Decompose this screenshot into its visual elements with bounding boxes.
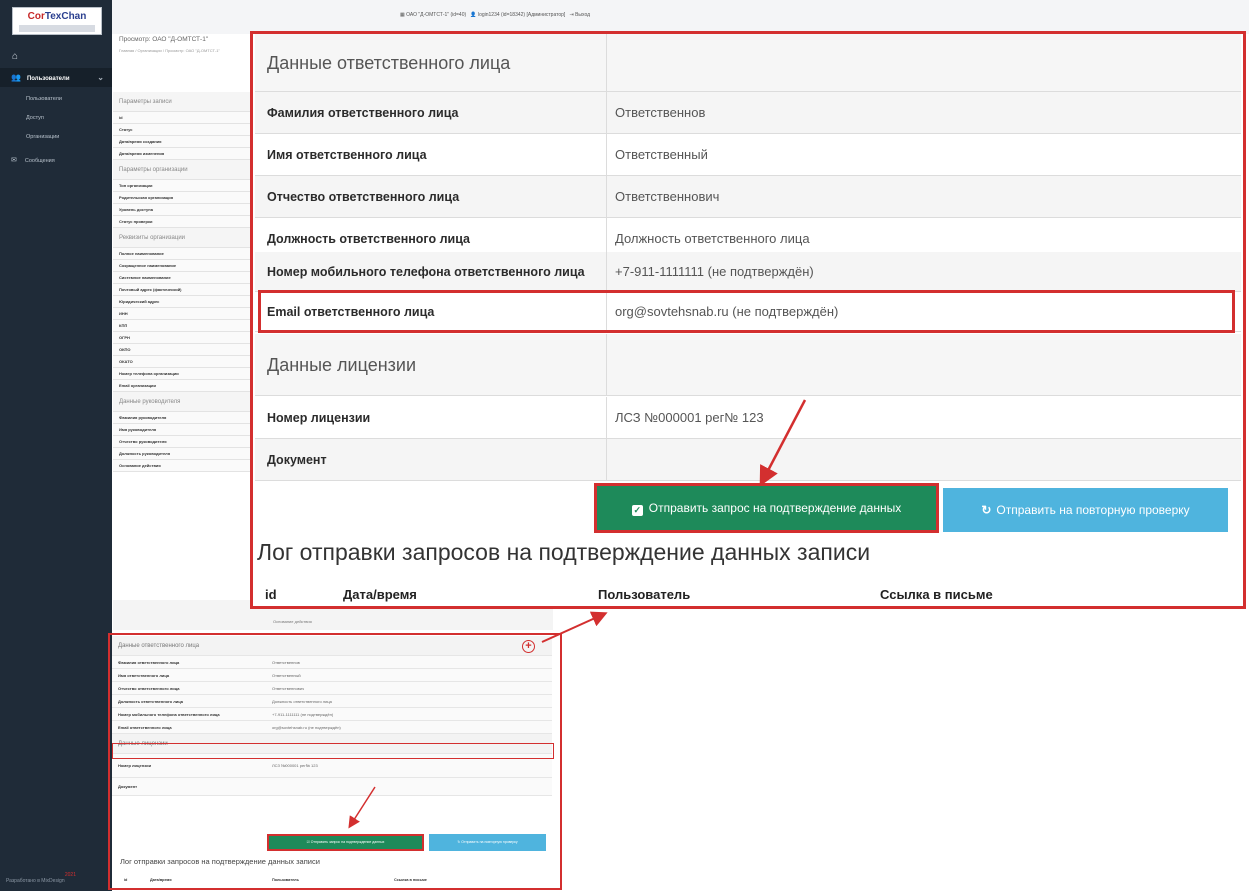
org-icon: ▦: [400, 12, 405, 18]
log-col-link: Ссылка в письме: [880, 587, 993, 602]
bg-field-label: Юридический адрес: [113, 296, 253, 308]
field-label: Документ: [267, 453, 327, 467]
sidebar-subitem-organizations[interactable]: Организации: [26, 134, 59, 140]
field-row: Отчество ответственного лица Ответственн…: [255, 176, 1241, 218]
bg-field-label: Уровень доступа: [113, 204, 253, 216]
send-recheck-button[interactable]: ↻ Отправить на повторную проверку: [943, 488, 1228, 532]
bg-field-label: Почтовый адрес (фактический): [113, 284, 253, 296]
plus-circle-icon: +: [522, 640, 535, 653]
small-log-col-user: Пользователь: [272, 878, 299, 882]
bg-section-header: Реквизиты организации: [113, 228, 253, 248]
user-icon: 👤: [470, 12, 477, 18]
log-col-datetime: Дата/время: [343, 587, 417, 602]
home-icon[interactable]: ⌂: [12, 51, 18, 62]
field-label: Номер лицензии: [267, 411, 371, 425]
bg-field-label: Номер телефона организации: [113, 368, 253, 380]
chevron-down-icon: ⌄: [97, 73, 104, 82]
field-value: +7-911-1111111 (не подтверждён): [615, 264, 814, 279]
sidebar-item-users[interactable]: 👥 Пользователи ⌄: [0, 68, 112, 87]
bg-section-header: Данные руководителя: [113, 392, 253, 412]
small-log-col-link: Ссылка в письме: [394, 878, 427, 882]
field-label: Имя ответственного лица: [267, 148, 427, 162]
bg-field-label: Дата/время изменения: [113, 148, 253, 160]
bg-field-label: Тип организации: [113, 180, 253, 192]
small-confirm-button[interactable]: ☑ Отправить запрос на подтверждение данн…: [267, 834, 424, 851]
bg-field-label: Отчество руководителя: [113, 436, 253, 448]
topbar-user-info: ▦ ОАО "Д-ОМТСТ-1" (id=40) 👤 login1234 (i…: [400, 12, 590, 18]
bg-field-label: Полное наименование: [113, 248, 253, 260]
bg-section-header: Параметры записи: [113, 92, 253, 112]
background-record-table: Параметры записи id Статус Дата/время созда…: [113, 92, 253, 472]
app-logo[interactable]: CorTexChan: [12, 7, 102, 35]
bg-field-label: ОГРН: [113, 332, 253, 344]
bg-section-header: Параметры организации: [113, 160, 253, 180]
bg-field-label: Статус: [113, 124, 253, 136]
field-label: Отчество ответственного лица: [267, 190, 460, 204]
responsible-section-header: Данные ответственного лица: [255, 34, 1241, 92]
refresh-icon: ↻: [981, 503, 992, 517]
topbar-org[interactable]: ОАО "Д-ОМТСТ-1" (id=40): [406, 12, 466, 18]
bg-field-label: Основание действия: [113, 460, 253, 472]
field-row: Фамилия ответственного лица Ответственно…: [255, 92, 1241, 134]
sidebar-subitem-access[interactable]: Доступ: [26, 115, 44, 121]
log-col-user: Пользователь: [598, 587, 691, 602]
topbar-user[interactable]: login1234 (id=18342) [Администратор]: [478, 12, 565, 18]
license-section-header: Данные лицензии: [255, 334, 1241, 396]
topbar: ▦ ОАО "Д-ОМТСТ-1" (id=40) 👤 login1234 (i…: [112, 0, 1249, 34]
field-row: Документ: [255, 439, 1241, 481]
small-log-col-datetime: Дата/время: [150, 878, 172, 882]
email-highlight-box: [258, 290, 1235, 333]
bg-field-label: Email организации: [113, 380, 253, 392]
breadcrumb[interactable]: Главная / Организации / Просмотр: ОАО "Д…: [119, 48, 220, 53]
field-row: Имя ответственного лица Ответственный: [255, 134, 1241, 176]
bg-field-label: ОКПО: [113, 344, 253, 356]
users-icon: 👥: [11, 73, 21, 82]
checkbox-icon: ✓: [631, 505, 643, 516]
sidebar: CorTexChan ⌂ 👥 Пользователи ⌄ Пользовател…: [0, 0, 112, 891]
bg-field-label: Должность руководителя: [113, 448, 253, 460]
small-recheck-button[interactable]: ↻ Отправить на повторную проверку: [429, 834, 546, 851]
bg-field-label: Имя руководителя: [113, 424, 253, 436]
sidebar-footer: 2021 Разработано в MixDesign: [6, 872, 76, 884]
sidebar-item-messages[interactable]: ✉ Сообщения: [11, 156, 55, 164]
small-log-title: Лог отправки запросов на подтверждение д…: [120, 857, 320, 866]
bg-field-label: ИНН: [113, 308, 253, 320]
bg-field-label: Дата/время создания: [113, 136, 253, 148]
mail-icon: ✉: [11, 157, 17, 164]
field-row: Номер лицензии ЛСЗ №000001 рег№ 123: [255, 397, 1241, 439]
bg-field-label: ОКАТО: [113, 356, 253, 368]
small-responsible-section: Данные ответственного лица Фамилия ответ…: [112, 636, 552, 796]
bg-field-label: id: [113, 112, 253, 124]
small-log-col-id: id: [124, 878, 128, 882]
bg-field-label: Статус проверки: [113, 216, 253, 228]
field-value: ЛСЗ №000001 рег№ 123: [615, 410, 764, 425]
log-col-id: id: [265, 587, 277, 602]
small-email-highlight: [112, 743, 554, 759]
sidebar-subitem-users[interactable]: Пользователи: [26, 96, 62, 102]
page-title: Просмотр: ОАО "Д-ОМТСТ-1": [119, 36, 209, 43]
bg-field-label: Сокращенное наименование: [113, 260, 253, 272]
field-label: Номер мобильного телефона ответственного…: [267, 265, 585, 279]
field-value: Ответственнович: [615, 189, 720, 204]
log-title: Лог отправки запросов на подтверждение д…: [257, 539, 871, 565]
field-value: Ответственный: [615, 147, 708, 162]
bg-field-label: Системное наименование: [113, 272, 253, 284]
field-label: Фамилия ответственного лица: [267, 106, 459, 120]
logout-icon: ⇥: [569, 12, 574, 18]
bg-field-label: Родительская организация: [113, 192, 253, 204]
field-row: Номер мобильного телефона ответственного…: [255, 252, 1241, 292]
logout-link[interactable]: Выход: [575, 12, 590, 18]
bg-field-label: Фамилия руководителя: [113, 412, 253, 424]
bg-field-label: КПП: [113, 320, 253, 332]
field-value: Ответственнов: [615, 105, 706, 120]
send-confirmation-request-button[interactable]: ✓ Отправить запрос на подтверждение данны…: [594, 483, 939, 533]
zoomed-panel: Данные ответственного лица Фамилия ответ…: [250, 31, 1246, 609]
